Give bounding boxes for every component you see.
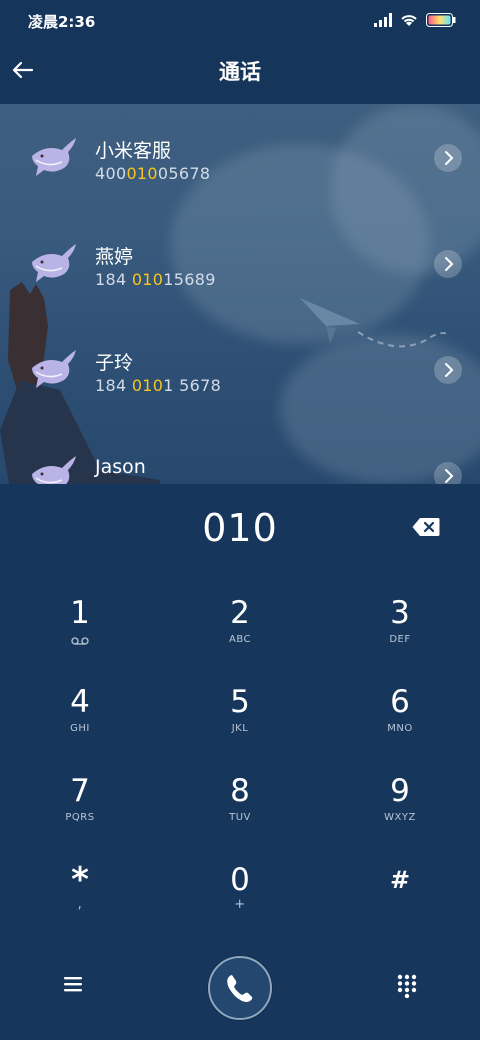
whale-avatar-icon xyxy=(32,138,76,176)
key-digit: 5 xyxy=(230,684,250,720)
contact-number: 184 0101 5678 xyxy=(95,376,222,395)
key-8[interactable]: 8 TUV xyxy=(180,774,300,844)
key-digit: 8 xyxy=(230,773,250,809)
key-star[interactable]: * , xyxy=(20,863,140,933)
page-title: 通话 xyxy=(219,60,261,84)
chevron-right-icon[interactable] xyxy=(434,250,462,278)
voicemail-icon xyxy=(71,637,89,645)
key-digit: 7 xyxy=(70,773,90,809)
key-digit: * xyxy=(71,860,89,900)
contact-name: Jason xyxy=(95,456,146,478)
phone-icon xyxy=(227,975,253,1002)
key-7[interactable]: 7 PQRS xyxy=(20,774,140,844)
chevron-right-icon[interactable] xyxy=(434,356,462,384)
battery-icon xyxy=(426,13,456,27)
status-bar: 凌晨2:36 xyxy=(0,0,480,40)
key-letters: MNO xyxy=(387,723,413,734)
contact-name: 小米客服 xyxy=(95,140,172,162)
key-letters: ABC xyxy=(228,634,251,645)
bottom-action-bar xyxy=(0,950,480,1040)
key-letters: JKL xyxy=(231,723,249,734)
key-hash[interactable]: # xyxy=(340,863,460,933)
whale-avatar-icon xyxy=(32,456,76,484)
contact-row[interactable]: Jason xyxy=(0,422,480,484)
signal-icon xyxy=(374,13,392,27)
whale-avatar-icon xyxy=(32,244,76,282)
status-time: 凌晨2:36 xyxy=(28,13,96,31)
contact-row[interactable]: 燕婷 184 01015689 xyxy=(0,210,480,316)
key-1[interactable]: 1 xyxy=(20,596,140,666)
key-letters: GHI xyxy=(70,723,90,734)
key-letters: TUV xyxy=(229,812,251,823)
key-3[interactable]: 3 DEF xyxy=(340,596,460,666)
contact-row[interactable]: 小米客服 40001005678 xyxy=(0,104,480,210)
call-button[interactable] xyxy=(208,956,272,1020)
key-digit: 0 xyxy=(230,862,250,898)
keypad-toggle-icon[interactable] xyxy=(396,974,418,998)
key-digit: 6 xyxy=(390,684,410,720)
key-6[interactable]: 6 MNO xyxy=(340,685,460,755)
contact-row[interactable]: 子玲 184 0101 5678 xyxy=(0,316,480,422)
key-letters: WXYZ xyxy=(384,812,416,823)
app-header: 通话 xyxy=(0,40,480,105)
key-0[interactable]: 0 + xyxy=(180,863,300,933)
key-letters: + xyxy=(234,897,246,912)
key-2[interactable]: 2 ABC xyxy=(180,596,300,666)
key-4[interactable]: 4 GHI xyxy=(20,685,140,755)
contact-name: 子玲 xyxy=(95,352,134,374)
contact-number: 184 01015689 xyxy=(95,270,216,289)
contact-number: 40001005678 xyxy=(95,164,211,183)
status-icons xyxy=(374,12,456,28)
chevron-right-icon[interactable] xyxy=(434,144,462,172)
key-digit: 4 xyxy=(70,684,90,720)
key-digit: # xyxy=(389,866,411,894)
key-letters: , xyxy=(77,897,83,912)
key-5[interactable]: 5 JKL xyxy=(180,685,300,755)
dialed-number: 010 xyxy=(202,506,278,550)
menu-icon[interactable] xyxy=(62,974,84,994)
whale-avatar-icon xyxy=(32,350,76,388)
key-letters: DEF xyxy=(389,634,411,645)
dialed-number-display: 010 xyxy=(0,484,480,574)
contact-name: 燕婷 xyxy=(95,246,134,268)
wifi-icon xyxy=(401,15,417,26)
key-digit: 1 xyxy=(70,595,90,631)
backspace-icon[interactable] xyxy=(412,517,440,537)
key-letters: PQRS xyxy=(65,812,95,823)
key-digit: 3 xyxy=(390,595,410,631)
key-9[interactable]: 9 WXYZ xyxy=(340,774,460,844)
chevron-right-icon[interactable] xyxy=(434,462,462,484)
key-digit: 9 xyxy=(390,773,410,809)
search-results: 小米客服 40001005678 燕婷 184 01015689 子玲 184 … xyxy=(0,104,480,484)
key-digit: 2 xyxy=(230,595,250,631)
